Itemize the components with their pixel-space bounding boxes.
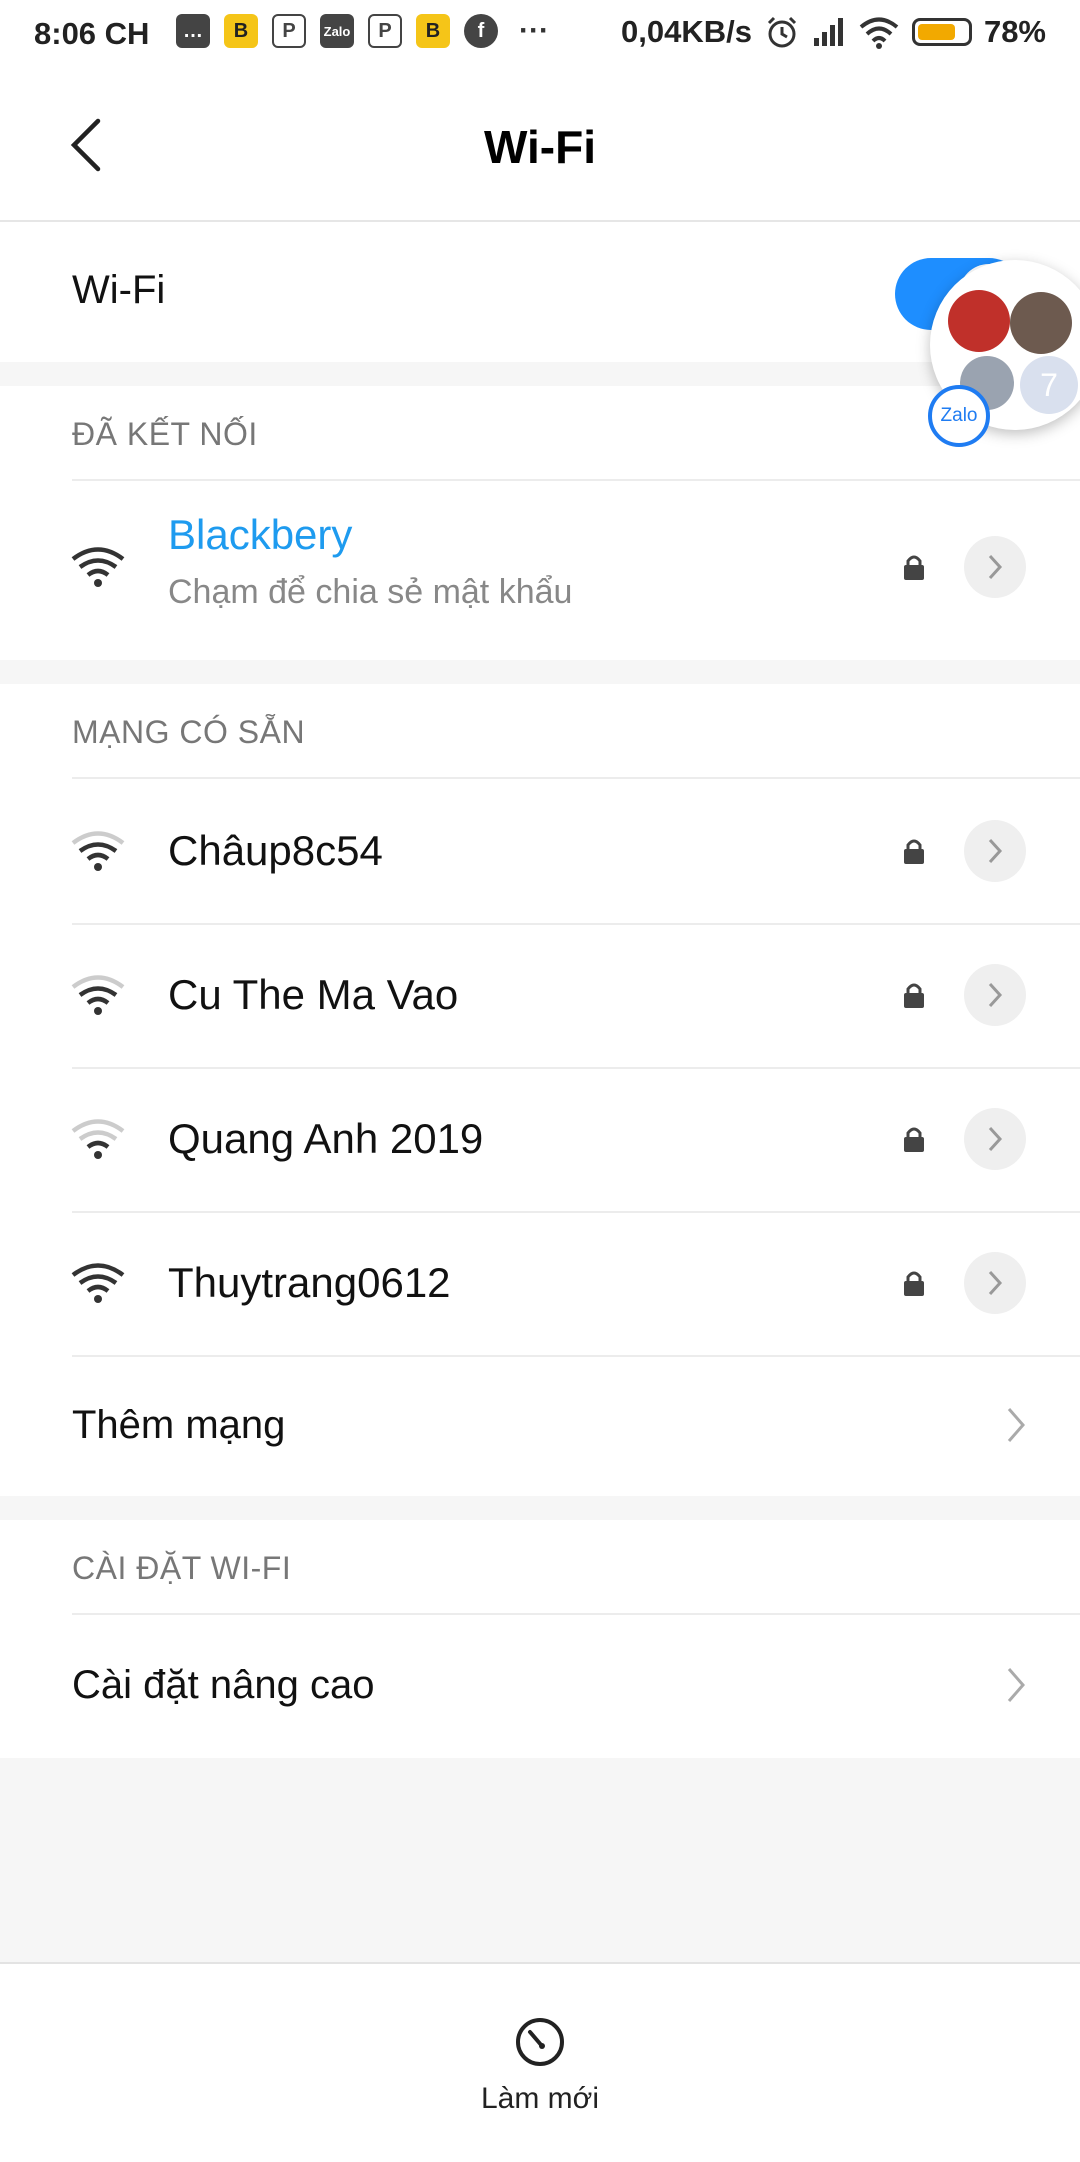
add-network-label: Thêm mạng: [72, 1403, 286, 1447]
wifi-signal-icon: [71, 1119, 125, 1159]
more-icon: ···: [519, 14, 549, 47]
wifi-signal-icon: [71, 1263, 125, 1303]
avatar: [948, 290, 1010, 352]
chevron-right-icon: [988, 838, 1003, 864]
connected-header: ĐÃ KẾT NỐI: [72, 416, 258, 452]
network-name: Cu The Ma Vao: [168, 971, 459, 1018]
network-row[interactable]: Châup8c54: [0, 779, 1080, 923]
status-time: 8:06 CH: [34, 16, 150, 51]
bottom-bar: Làm mới: [0, 1962, 1080, 2162]
wifi-signal-icon: [71, 975, 125, 1015]
network-details-button[interactable]: [964, 536, 1026, 598]
network-row[interactable]: Quang Anh 2019: [0, 1069, 1080, 1211]
settings-section: CÀI ĐẶT WI-FI Cài đặt nâng cao: [0, 1520, 1080, 1758]
settings-header: CÀI ĐẶT WI-FI: [72, 1550, 292, 1586]
wifi-signal-icon: [71, 831, 125, 871]
wifi-toggle-label: Wi-Fi: [72, 268, 166, 312]
refresh-icon: [516, 2018, 564, 2066]
network-details-button[interactable]: [964, 820, 1026, 882]
notification-icons: … B P Zalo P B f ···: [176, 14, 556, 48]
unread-count-badge: 7: [1020, 356, 1078, 414]
p-app-icon: P: [368, 14, 402, 48]
lock-icon: [904, 1271, 924, 1296]
lock-icon: [904, 839, 924, 864]
available-section: MẠNG CÓ SẴN Châup8c54 Cu The Ma Vao Quan…: [0, 684, 1080, 1496]
network-details-button[interactable]: [964, 1252, 1026, 1314]
network-speed: 0,04KB/s: [620, 14, 752, 49]
lock-icon: [904, 983, 924, 1008]
facebook-icon: f: [464, 14, 498, 48]
zalo-badge-icon: Zalo: [928, 385, 990, 447]
connected-section: ĐÃ KẾT NỐI Blackbery Chạm để chia sẻ mật…: [0, 386, 1080, 660]
chevron-right-icon: [988, 1270, 1003, 1296]
app-bar: Wi-Fi: [0, 70, 1080, 222]
cell-signal-icon: [813, 18, 843, 46]
lock-icon: [904, 1127, 924, 1152]
network-row[interactable]: Thuytrang0612: [0, 1213, 1080, 1355]
connected-network-name: Blackbery: [168, 511, 353, 558]
page-title: Wi-Fi: [484, 121, 596, 173]
avatar: [1010, 292, 1072, 354]
alarm-icon: [767, 16, 797, 48]
battery-icon: [911, 18, 972, 46]
add-network-row[interactable]: Thêm mạng: [0, 1357, 1080, 1496]
message-icon: …: [176, 14, 210, 48]
status-right: 0,04KB/s 78%: [621, 14, 1046, 50]
network-details-button[interactable]: [964, 964, 1026, 1026]
network-name: Quang Anh 2019: [168, 1115, 484, 1162]
chevron-right-icon: [988, 1126, 1003, 1152]
zalo-icon: Zalo: [320, 14, 354, 48]
chevron-right-icon: [988, 982, 1003, 1008]
available-header: MẠNG CÓ SẴN: [72, 714, 306, 750]
network-name: Châup8c54: [168, 827, 383, 874]
chevron-right-icon: [1007, 1408, 1025, 1442]
connected-network-subtitle: Chạm để chia sẻ mật khẩu: [168, 573, 573, 611]
b-app-icon: B: [416, 14, 450, 48]
b-app-icon: B: [224, 14, 258, 48]
connected-network-row[interactable]: Blackbery Chạm để chia sẻ mật khẩu: [0, 481, 1080, 660]
p-app-icon: P: [272, 14, 306, 48]
status-bar: 8:06 CH … B P Zalo P B f ··· 0,04KB/s 78…: [0, 0, 1080, 70]
refresh-label: Làm mới: [480, 2082, 600, 2115]
chevron-right-icon: [988, 554, 1003, 580]
network-name: Thuytrang0612: [168, 1259, 451, 1306]
battery-percent: 78%: [983, 14, 1046, 49]
advanced-settings-row[interactable]: Cài đặt nâng cao: [0, 1615, 1080, 1758]
network-row[interactable]: Cu The Ma Vao: [0, 925, 1080, 1067]
network-details-button[interactable]: [964, 1108, 1026, 1170]
wifi-status-icon: [859, 17, 899, 49]
wifi-signal-icon: [71, 547, 125, 587]
advanced-settings-label: Cài đặt nâng cao: [72, 1663, 375, 1707]
lock-icon: [904, 555, 924, 580]
refresh-button[interactable]: Làm mới: [440, 1994, 640, 2134]
chevron-right-icon: [1007, 1668, 1025, 1702]
